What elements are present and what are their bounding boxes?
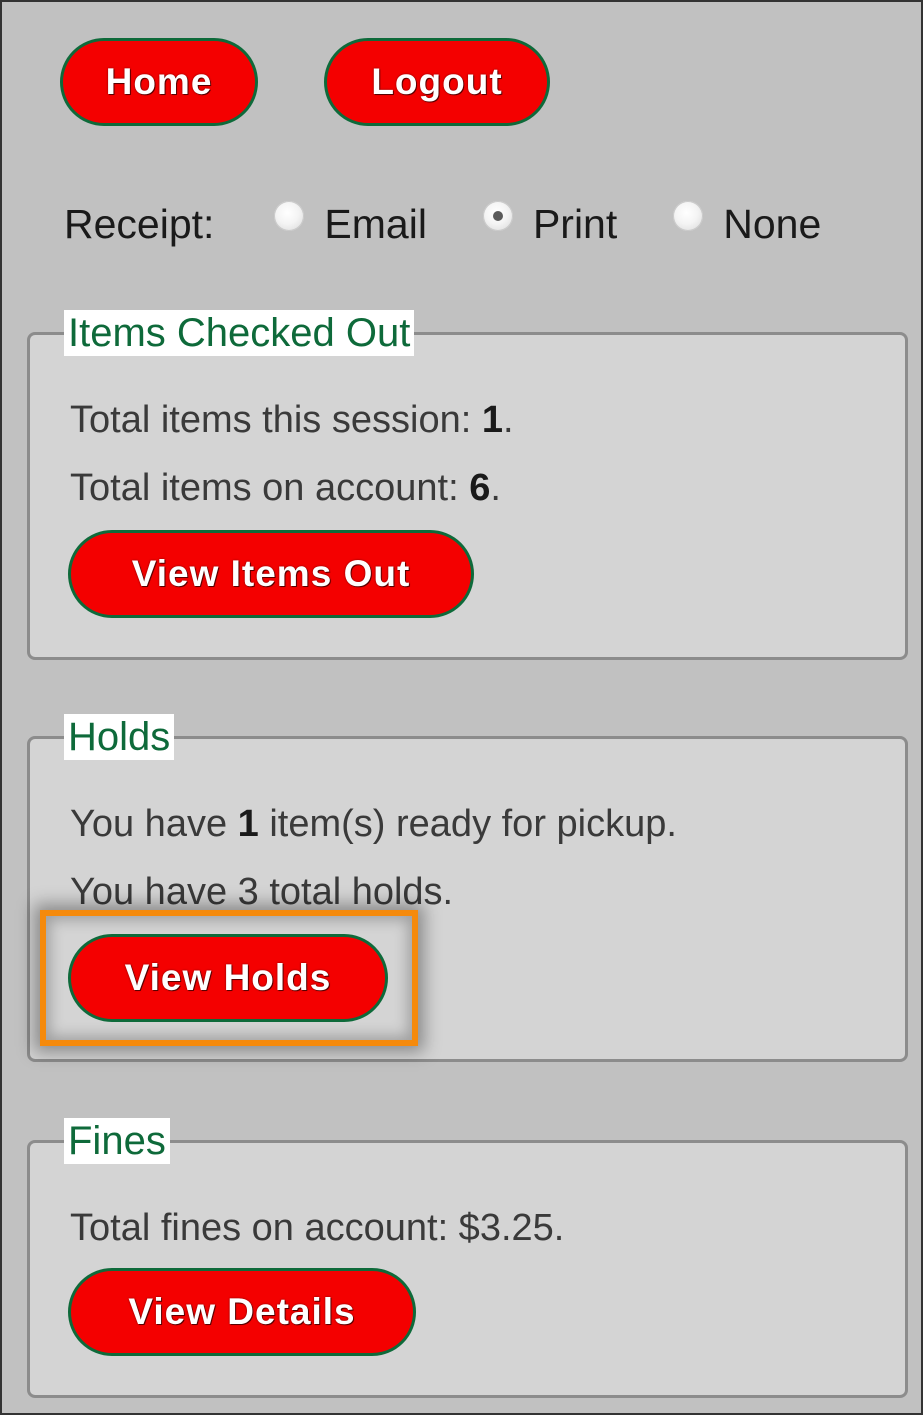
none-label: None <box>723 200 822 247</box>
session-items-count: 1 <box>481 399 503 441</box>
view-items-out-button[interactable]: View Items Out <box>68 530 474 618</box>
account-items-count: 6 <box>469 467 491 509</box>
items-checked-out-title: Items Checked Out <box>64 310 415 356</box>
home-button[interactable]: Home <box>60 38 258 126</box>
holds-title: Holds <box>64 714 175 760</box>
print-label: Print <box>532 200 618 247</box>
fines-cents: 25 <box>511 1207 554 1249</box>
receipt-option-none[interactable]: None <box>673 201 821 248</box>
fines-title: Fines <box>64 1118 170 1164</box>
logout-button[interactable]: Logout <box>324 38 550 126</box>
view-details-button[interactable]: View Details <box>68 1268 416 1356</box>
view-holds-button[interactable]: View Holds <box>68 934 388 1022</box>
receipt-option-email[interactable]: Email <box>274 201 427 248</box>
none-radio[interactable] <box>673 201 704 231</box>
holds-ready-count: 1 <box>237 803 259 845</box>
email-radio[interactable] <box>274 201 305 231</box>
holds-ready-text: You have 1 item(s) ready for pickup. <box>70 803 677 845</box>
receipt-option-print[interactable]: Print <box>482 200 618 248</box>
print-radio[interactable] <box>482 201 513 231</box>
holds-total-text: You have 3 total holds. <box>70 871 454 913</box>
email-label: Email <box>324 200 427 247</box>
receipt-selector: Receipt: Email Print None <box>64 194 821 254</box>
self-checkout-panel: Home Logout Receipt: Email Print None It… <box>0 0 923 1415</box>
account-items-text: Total items on account: 6. <box>70 467 501 509</box>
session-items-text: Total items this session: 1. <box>70 399 514 441</box>
receipt-label: Receipt: <box>64 200 215 247</box>
fines-total-text: Total fines on account: $3.25. <box>70 1207 565 1249</box>
